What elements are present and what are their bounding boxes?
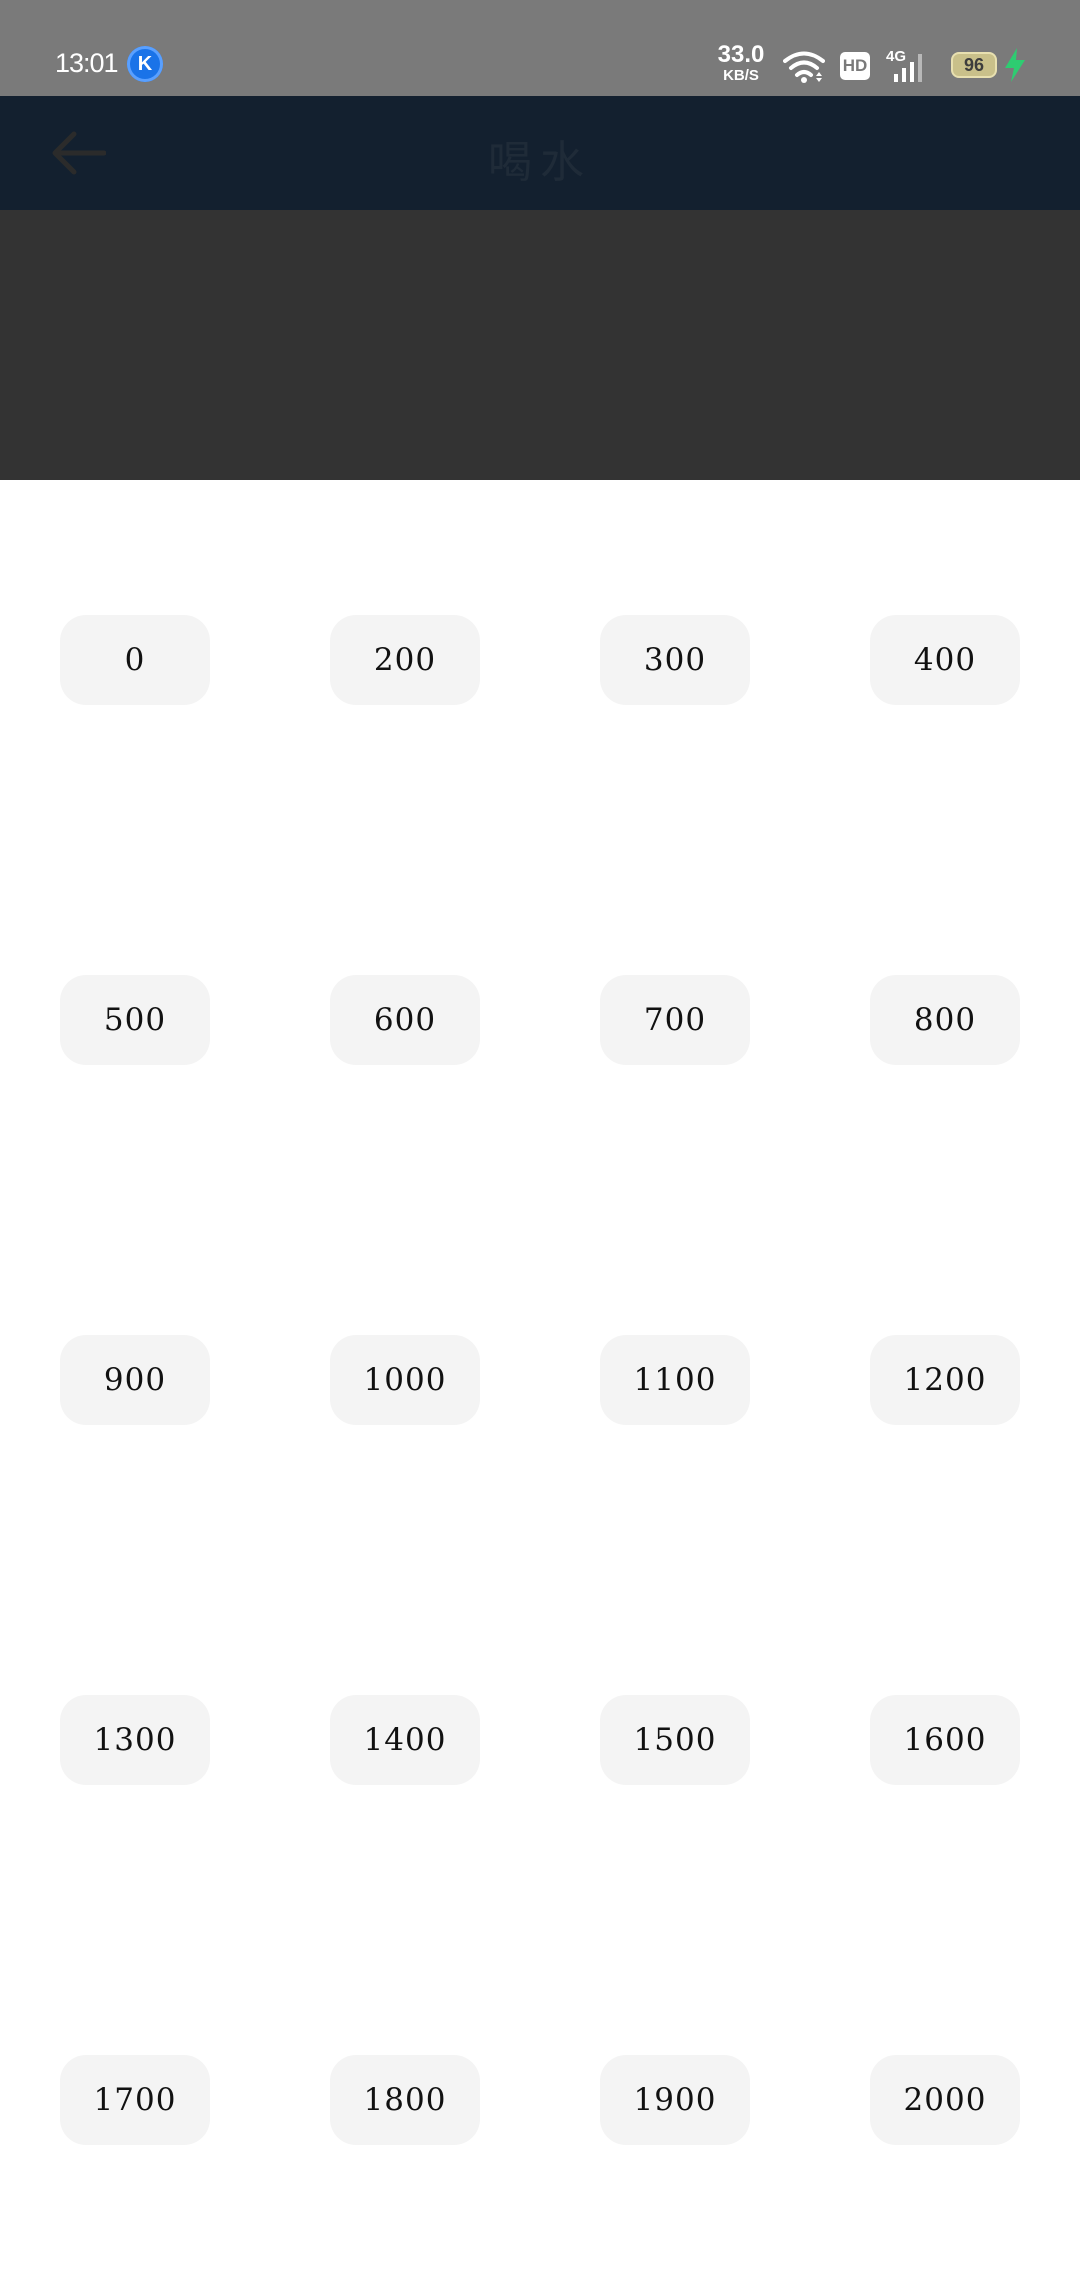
- amount-button-800[interactable]: 800: [870, 975, 1020, 1065]
- dim-overlay[interactable]: [0, 210, 1080, 480]
- amount-button-400[interactable]: 400: [870, 615, 1020, 705]
- charging-icon: [1005, 48, 1025, 82]
- network-speed-value: 33.0: [717, 41, 765, 68]
- amount-button-1900[interactable]: 1900: [600, 2055, 750, 2145]
- amount-button-0[interactable]: 0: [60, 615, 210, 705]
- back-arrow-icon[interactable]: [50, 130, 106, 176]
- amount-button-1100[interactable]: 1100: [600, 1335, 750, 1425]
- amount-button-500[interactable]: 500: [60, 975, 210, 1065]
- amount-button-1500[interactable]: 1500: [600, 1695, 750, 1785]
- amount-button-1300[interactable]: 1300: [60, 1695, 210, 1785]
- page-title: 喝水: [488, 137, 592, 188]
- amount-button-200[interactable]: 200: [330, 615, 480, 705]
- battery-icon: 96: [951, 52, 997, 78]
- wifi-icon: [783, 51, 825, 83]
- network-speed: 33.0 KB/S: [713, 42, 769, 84]
- amount-button-900[interactable]: 900: [60, 1335, 210, 1425]
- signal-icon: 4G: [886, 48, 934, 84]
- amount-button-1400[interactable]: 1400: [330, 1695, 480, 1785]
- amount-button-300[interactable]: 300: [600, 615, 750, 705]
- k-app-icon-letter: K: [137, 53, 153, 75]
- amount-button-1800[interactable]: 1800: [330, 2055, 480, 2145]
- amount-button-1200[interactable]: 1200: [870, 1335, 1020, 1425]
- amount-button-600[interactable]: 600: [330, 975, 480, 1065]
- app-bar: 喝水: [0, 96, 1080, 210]
- k-app-icon: K: [127, 46, 163, 82]
- hd-icon: HD: [840, 52, 870, 80]
- amount-button-1700[interactable]: 1700: [60, 2055, 210, 2145]
- signal-bars-icon: [894, 54, 922, 82]
- network-speed-unit: KB/S: [723, 67, 759, 84]
- amount-button-700[interactable]: 700: [600, 975, 750, 1065]
- amount-button-1000[interactable]: 1000: [330, 1335, 480, 1425]
- status-bar: 13:01 K 33.0 KB/S HD 4G 96: [0, 0, 1080, 96]
- status-time: 13:01: [55, 48, 119, 78]
- amount-button-2000[interactable]: 2000: [870, 2055, 1020, 2145]
- amount-button-1600[interactable]: 1600: [870, 1695, 1020, 1785]
